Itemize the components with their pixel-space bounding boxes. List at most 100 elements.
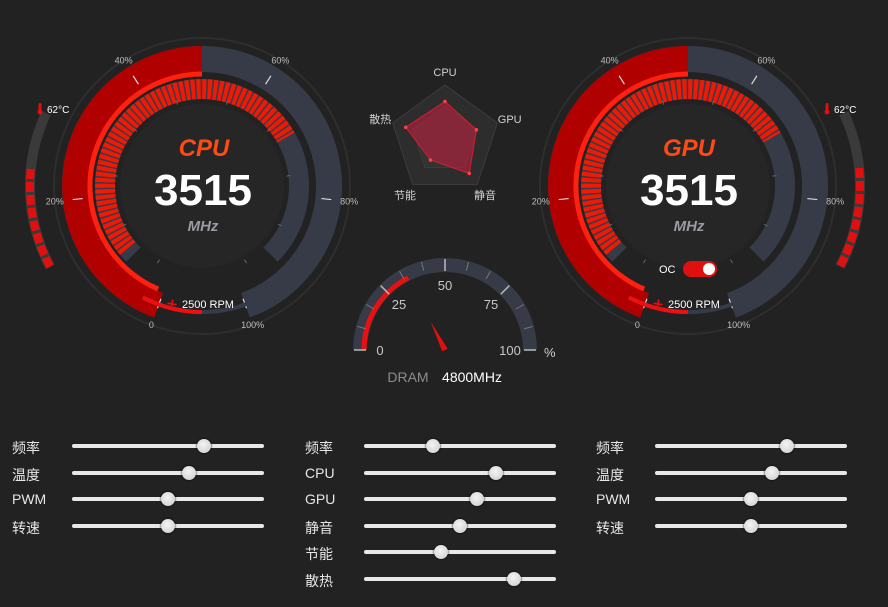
cpu-frequency-value: 3515 [154, 166, 252, 215]
dashboard-graphics: 020%40% 60%80%100% CPU 3515 MHz 62°C 2500… [24, 37, 866, 385]
gpu-frequency-unit: MHz [674, 218, 705, 235]
oc-toggle[interactable] [683, 261, 717, 277]
dram-frequency: 4800MHz [442, 369, 502, 385]
cpu-gauge: 0 20% 40% 60% 80% 100% CPU 3515 MHz 62°C 2500… [24, 37, 358, 335]
gauge-tick-label: 20% [46, 196, 64, 206]
slider[interactable] [72, 465, 264, 480]
slider-label: 节能 [305, 546, 333, 562]
gpu-thermometer-icon [824, 103, 830, 115]
gauge-tick-label: 0 [149, 320, 154, 330]
slider-thumb[interactable] [453, 518, 467, 533]
dram-tick-label: 0 [376, 343, 383, 358]
slider-thumb[interactable] [433, 545, 448, 559]
radar-label-gpu: GPU [498, 114, 522, 126]
slider[interactable] [364, 518, 556, 533]
dram-unit: % [544, 345, 556, 360]
cpu-temp-bar [25, 167, 54, 269]
gpu-fan-speed: 2500 RPM [668, 299, 720, 311]
gauge-minor-tick [244, 259, 247, 264]
gauge-tick-label: 20% [532, 196, 550, 206]
slider[interactable] [655, 518, 847, 533]
slider-track[interactable] [364, 576, 556, 581]
gauge-tick-label: 40% [601, 55, 619, 65]
slider-label: 静音 [305, 519, 333, 536]
slider-label: 温度 [12, 466, 40, 483]
gauge-tick-label: 100% [241, 320, 264, 330]
dram-tick-label: 25 [392, 297, 406, 312]
slider-track[interactable] [364, 444, 556, 448]
cpu-title: CPU [179, 135, 230, 162]
radar-point [428, 158, 433, 162]
slider[interactable] [72, 439, 264, 453]
slider-label: 频率 [305, 440, 333, 456]
slider[interactable] [72, 492, 264, 506]
gauge-minor-tick [643, 259, 646, 264]
slider[interactable] [364, 571, 556, 586]
slider-label: 转速 [596, 519, 624, 536]
oc-label: OC [659, 264, 676, 276]
gpu-title: GPU [663, 135, 716, 162]
slider-track[interactable] [364, 470, 556, 475]
slider-label: GPU [305, 491, 336, 507]
slider[interactable] [364, 465, 556, 480]
slider-thumb[interactable] [489, 465, 504, 480]
slider-track[interactable] [655, 470, 847, 475]
slider[interactable] [655, 439, 847, 453]
cpu-temperature: 62°C [47, 105, 69, 116]
slider-track[interactable] [655, 444, 847, 448]
slider-track[interactable] [364, 497, 556, 501]
slider-thumb[interactable] [197, 439, 212, 453]
radar-point [403, 125, 408, 130]
dram-label: DRAM [387, 369, 428, 385]
slider-thumb[interactable] [182, 465, 197, 480]
slider-thumb[interactable] [744, 518, 758, 533]
radar-point [474, 128, 479, 132]
slider-label: 频率 [12, 440, 40, 456]
slider-track[interactable] [72, 470, 264, 475]
slider-thumb[interactable] [161, 518, 175, 533]
performance-radar: CPU GPU 静音 节能 散热 [369, 67, 521, 202]
gpu-temperature: 62°C [834, 105, 856, 116]
slider-track[interactable] [364, 550, 556, 554]
slider-track[interactable] [72, 444, 264, 448]
slider-thumb[interactable] [426, 439, 441, 453]
slider-label: CPU [305, 464, 335, 481]
slider-thumb[interactable] [765, 465, 780, 480]
slider[interactable] [655, 492, 847, 506]
gauge-tick-label: 40% [115, 55, 133, 65]
slider-label: 温度 [596, 466, 624, 483]
dram-tick-label: 100 [499, 343, 521, 358]
cpu-fan-speed: 2500 RPM [182, 299, 234, 311]
gpu-gauge: 0 20% 40% 60% 80% 100% GPU 3515 MHz 62°C 2500… [532, 37, 866, 335]
slider-thumb[interactable] [161, 492, 175, 506]
oc-toggle-knob[interactable] [703, 263, 715, 275]
slider-label: 频率 [596, 440, 624, 456]
gauge-tick-label: 60% [271, 55, 289, 65]
dram-needle [430, 321, 448, 352]
gauge-tick-label: 60% [757, 55, 775, 65]
slider-label: PWM [12, 491, 47, 507]
radar-point [443, 99, 447, 104]
slider[interactable] [655, 465, 847, 480]
gpu-frequency-value: 3515 [640, 166, 738, 215]
cpu-thermometer-icon [37, 103, 43, 115]
gauge-minor-tick [157, 259, 160, 264]
gauge-tick-label: 80% [826, 196, 844, 206]
slider-label: 散热 [305, 572, 333, 589]
slider-thumb[interactable] [470, 492, 485, 506]
slider[interactable] [364, 492, 556, 506]
slider[interactable] [364, 439, 556, 453]
slider-thumb[interactable] [506, 571, 521, 586]
slider-thumb[interactable] [780, 439, 795, 453]
radar-label-eco: 节能 [394, 188, 416, 202]
slider[interactable] [72, 518, 264, 533]
slider-thumb[interactable] [744, 492, 758, 506]
radar-label-quiet: 静音 [474, 188, 496, 202]
dram-tick-label: 75 [484, 297, 498, 312]
gauge-tick-label: 100% [727, 320, 750, 330]
dram-gauge: 0 25 50 75 100 % DRAM 4800MHz [353, 258, 556, 385]
radar-label-cpu: CPU [433, 67, 456, 79]
slider-label: 转速 [12, 519, 40, 536]
dram-tick-label: 50 [438, 278, 452, 293]
slider[interactable] [364, 545, 556, 559]
